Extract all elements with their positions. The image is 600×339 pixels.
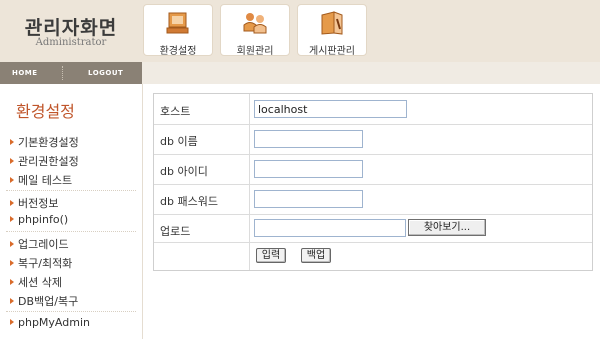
sidebar-item-label: 관리권한설정 [18,155,79,168]
browse-button[interactable]: 찾아보기... [408,219,486,236]
form-row-actions: 입력 백업 [154,242,592,270]
sidebar-item-repair[interactable]: 복구/최적화 [10,255,72,271]
arrow-right-icon [10,177,14,183]
form-row-dbpw: db 패스워드 [154,184,592,215]
brand-title: 관리자화면 [24,17,118,39]
brand: 관리자화면 Administrator [0,0,142,62]
sidebar-item-upgrade[interactable]: 업그레이드 [10,236,69,252]
upload-path-input[interactable] [254,219,406,237]
home-link[interactable]: HOME [12,69,38,77]
sidebar-item-label: 기본환경설정 [18,136,79,149]
arrow-right-icon [10,260,14,266]
form-label-cell: 업로드 [154,214,250,242]
form-label-cell: db 패스워드 [154,184,250,214]
arrow-right-icon [10,298,14,304]
form-row-upload: 업로드 찾아보기... [154,214,592,243]
arrow-right-icon [10,139,14,145]
sidebar-item-db-backup[interactable]: DB백업/복구 [10,293,78,309]
sidebar-item-label: DB백업/복구 [18,295,79,308]
monitor-icon [166,12,189,34]
arrow-right-icon [10,241,14,247]
submit-button[interactable]: 입력 [256,248,286,263]
arrow-right-icon [10,216,14,222]
arrow-right-icon [10,200,14,206]
arrow-right-icon [10,279,14,285]
tab-board[interactable]: 게시판관리 [297,4,367,57]
form-row-dbname: db 이름 [154,124,592,155]
sidebar: 환경설정 기본환경설정 관리권한설정 메일 테스트 버전정보 phpinfo()… [0,84,143,339]
sidebar-item-phpinfo[interactable]: phpinfo() [10,213,68,226]
brand-subtitle: Administrator [35,37,107,48]
header: 관리자화면 Administrator 환경설정 회원관리 게시판관리 [0,0,600,62]
backup-button[interactable]: 백업 [301,248,331,263]
dbname-label: db 이름 [160,135,198,148]
sidebar-item-label: phpinfo() [18,213,69,226]
sidebar-item-label: 업그레이드 [18,238,69,251]
form-label-cell: db 이름 [154,124,250,154]
sidebar-item-session-delete[interactable]: 세션 삭제 [10,274,62,290]
sidebar-item-auth[interactable]: 관리권한설정 [10,153,79,169]
form-label-cell: 호스트 [154,94,250,124]
sidebar-item-mail-test[interactable]: 메일 테스트 [10,172,72,188]
sidebar-item-label: 복구/최적화 [18,257,73,270]
tab-label: 환경설정 [159,46,197,57]
dbpw-label: db 패스워드 [160,195,218,208]
sidebar-item-label: phpMyAdmin [18,316,90,329]
sidebar-item-phpmyadmin[interactable]: phpMyAdmin [10,316,90,329]
logout-link[interactable]: LOGOUT [88,69,123,77]
sidebar-title: 환경설정 [16,102,75,121]
sidebar-item-basic-config[interactable]: 기본환경설정 [10,134,79,150]
sidebar-item-label: 메일 테스트 [18,174,73,187]
nav-divider [62,66,64,80]
board-icon [321,11,343,35]
sidebar-divider [6,190,136,191]
sidebar-item-label: 세션 삭제 [18,276,62,289]
sidebar-divider [6,231,136,232]
dbname-input[interactable] [254,130,363,148]
host-input[interactable] [254,100,407,118]
form-row-dbid: db 아이디 [154,154,592,185]
dbpw-input[interactable] [254,190,363,208]
dbid-input[interactable] [254,160,363,178]
sidebar-item-label: 버전정보 [18,197,59,210]
form-label-cell: db 아이디 [154,154,250,184]
tab-label: 회원관리 [236,46,274,57]
tab-config[interactable]: 환경설정 [143,4,213,57]
form-label-cell [154,242,250,270]
tab-members[interactable]: 회원관리 [220,4,290,57]
sidebar-item-version[interactable]: 버전정보 [10,195,58,211]
upload-label: 업로드 [160,225,191,238]
tab-label: 게시판관리 [309,46,355,57]
arrow-right-icon [10,158,14,164]
sidebar-divider [6,311,136,312]
members-icon [243,13,267,34]
arrow-right-icon [10,319,14,325]
form-row-host: 호스트 [154,94,592,125]
config-form: 호스트 db 이름 db 아이디 db 패스워드 업로드 찾아보기... 입력 … [153,93,593,271]
top-nav: HOME LOGOUT [0,62,142,84]
host-label: 호스트 [160,105,191,118]
dbid-label: db 아이디 [160,165,208,178]
